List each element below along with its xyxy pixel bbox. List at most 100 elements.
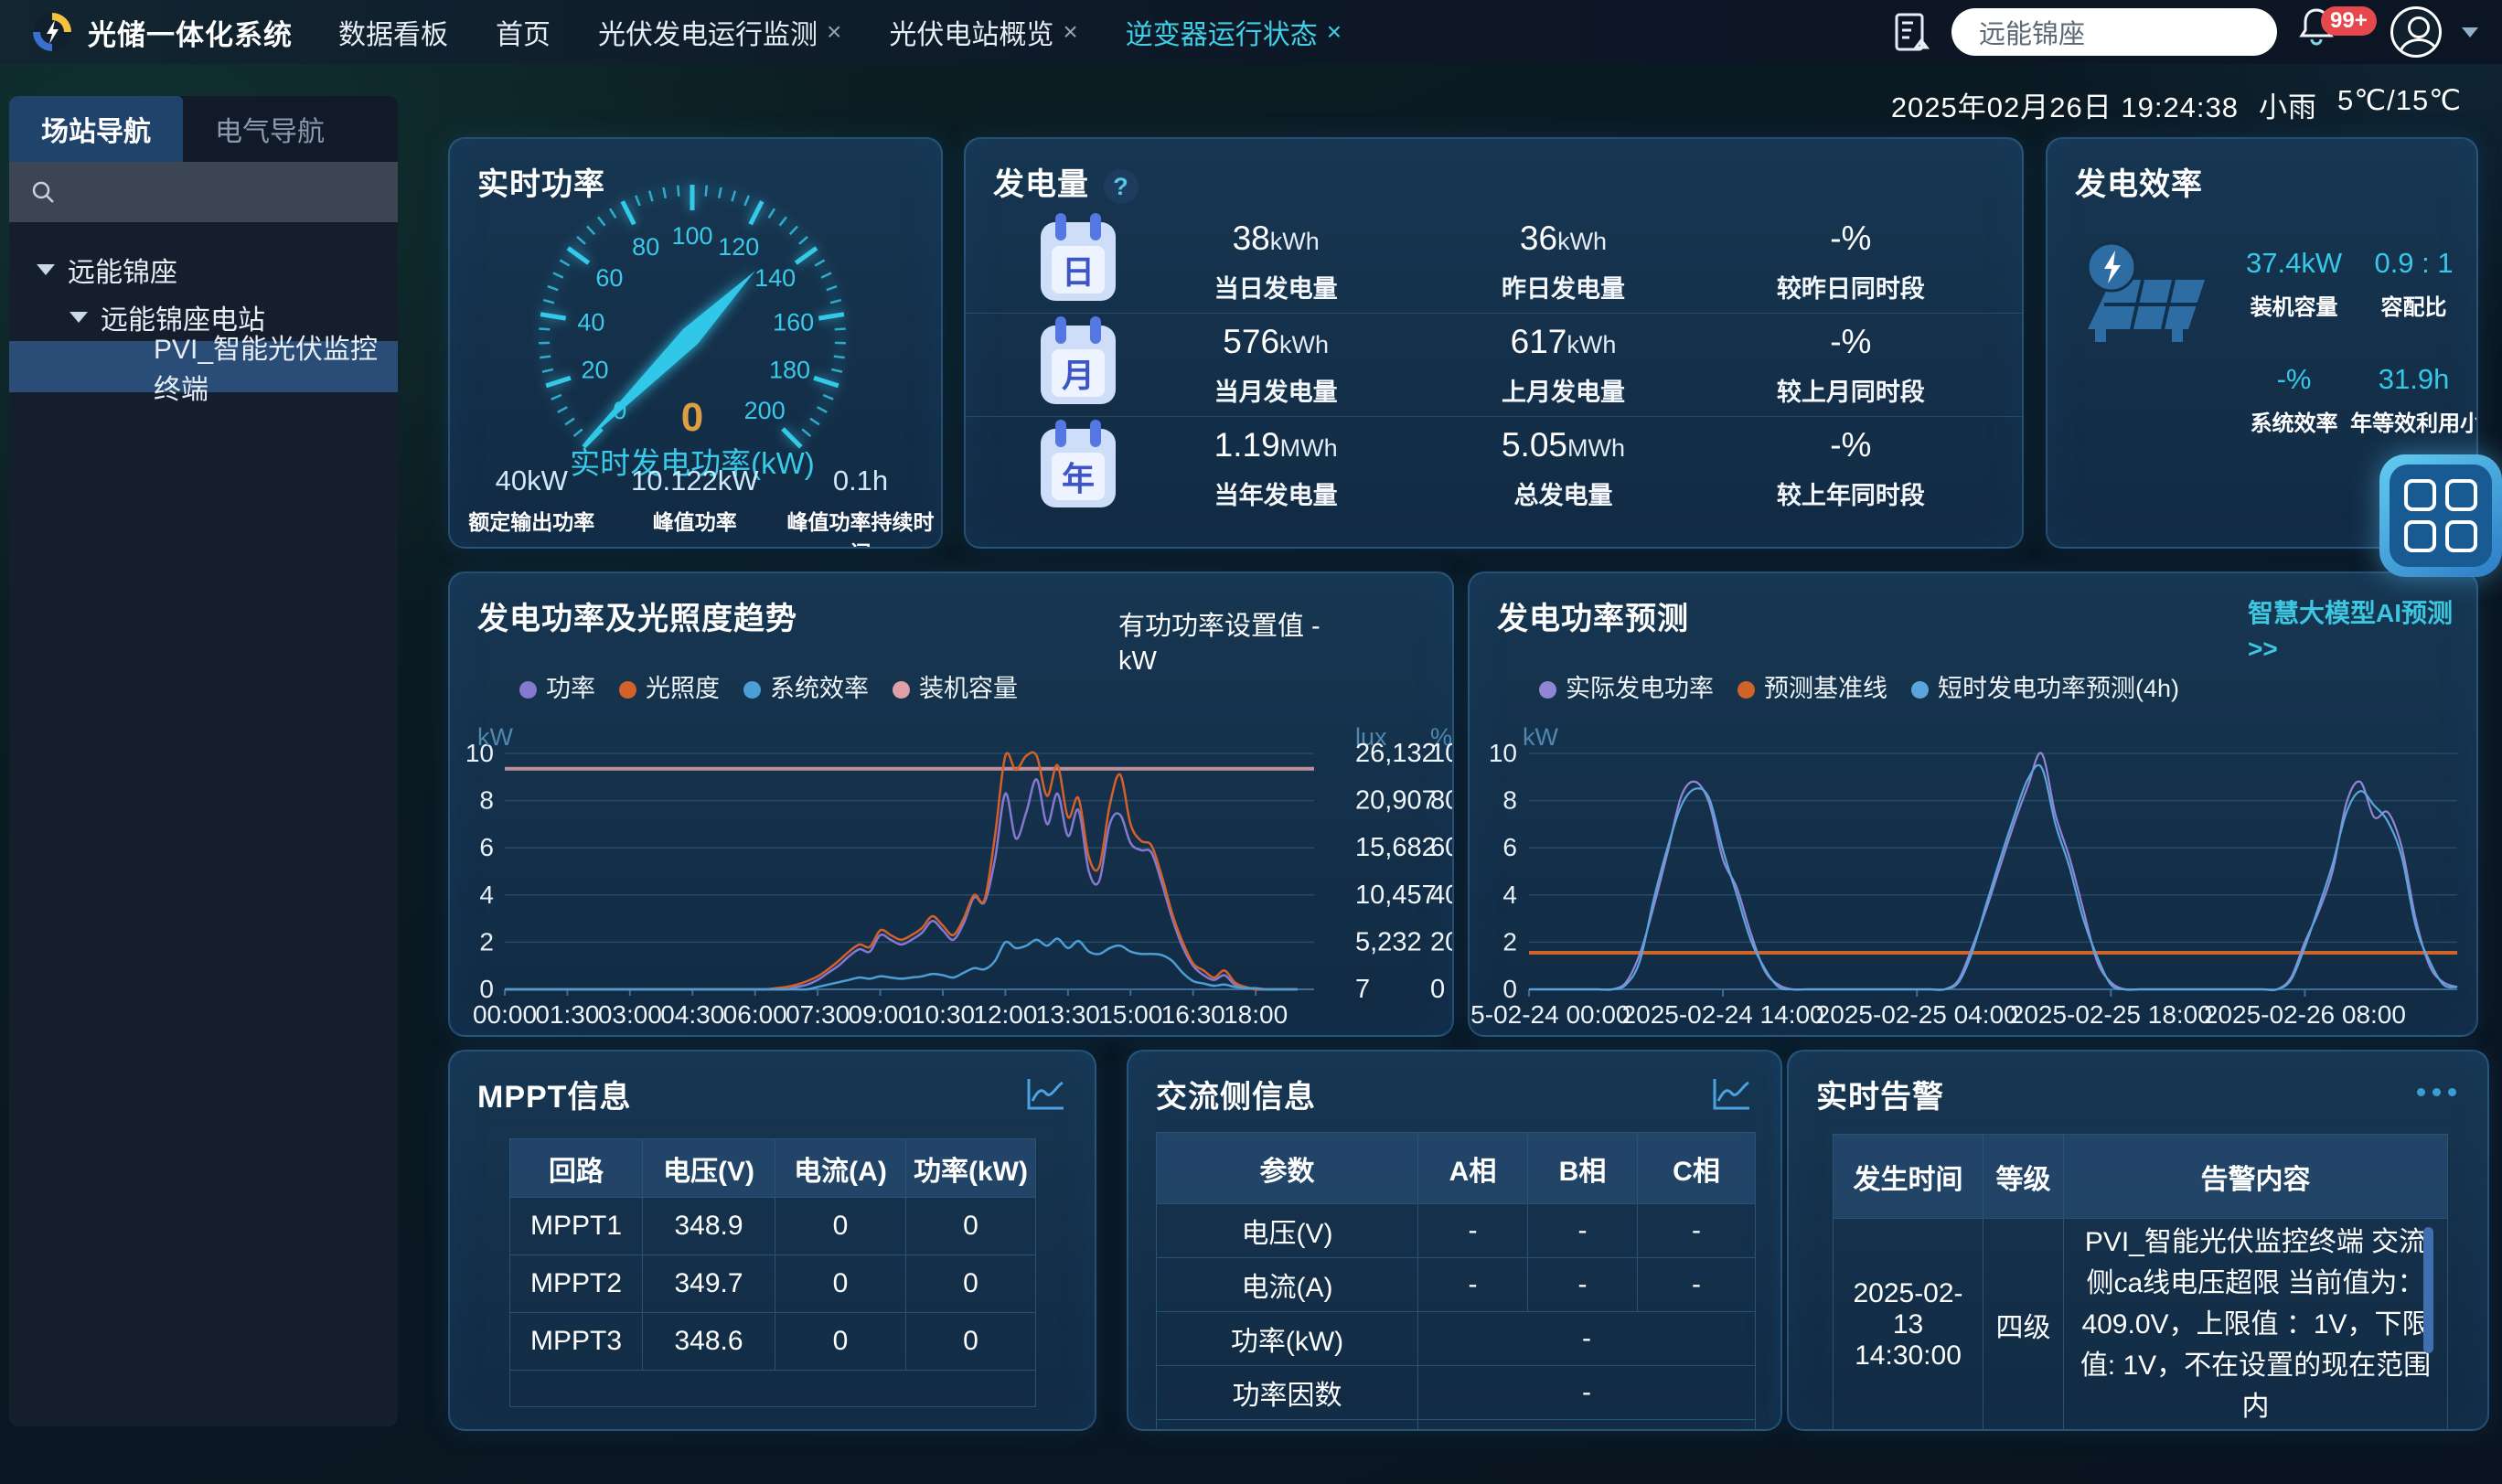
stat-value: -% xyxy=(1707,323,1994,361)
mppt-cell: 0 xyxy=(906,1313,1036,1371)
panel-title: 发电效率 xyxy=(2075,159,2203,204)
tree-item-2[interactable]: PVI_智能光伏监控终端 xyxy=(9,341,398,392)
legend-dot xyxy=(743,681,761,699)
caret-down-icon[interactable] xyxy=(37,264,55,275)
svg-text:26,132: 26,132 xyxy=(1355,739,1437,768)
ac-cell: - xyxy=(1418,1258,1528,1312)
panel-ac-side: 交流侧信息 参数A相B相C相电压(V)---电流(A)---功率(kW)-功率因… xyxy=(1127,1050,1782,1431)
energy-title-text: 发电量 xyxy=(993,167,1089,202)
svg-text:12:00: 12:00 xyxy=(973,1000,1037,1029)
legend-label: 实际发电功率 xyxy=(1566,675,1714,702)
svg-text:07:30: 07:30 xyxy=(786,1000,850,1029)
ac-cell: 电压(V) xyxy=(1157,1204,1418,1258)
legend-item-1[interactable]: 光照度 xyxy=(619,668,720,704)
legend-item-3[interactable]: 装机容量 xyxy=(893,668,1018,704)
alarm-header-cell: 等级 xyxy=(1983,1135,2064,1219)
stat-label: 上月发电量 xyxy=(1419,372,1706,408)
legend-item-2[interactable]: 系统效率 xyxy=(743,668,869,704)
datetime-text: 2025年02月26日 19:24:38 xyxy=(1891,84,2239,125)
ai-forecast-link[interactable]: 智慧大模型AI预测 >> xyxy=(2248,595,2453,667)
nav-item-4[interactable]: 逆变器运行状态× xyxy=(1126,12,1342,52)
panel-title: 实时功率 xyxy=(477,159,605,204)
legend-item-0[interactable]: 功率 xyxy=(519,668,595,704)
svg-text:01:30: 01:30 xyxy=(535,1000,599,1029)
line-chart-icon[interactable] xyxy=(1711,1075,1753,1112)
alarm-table: 发生时间等级告警内容2025-02-13 14:30:00四级PVI_智能光伏监… xyxy=(1833,1134,2448,1431)
chevron-down-icon[interactable] xyxy=(2462,27,2478,37)
calendar-icon: 日 xyxy=(1041,222,1116,301)
close-icon[interactable]: × xyxy=(1327,17,1342,47)
datetime-bar: 2025年02月26日 19:24:38 小雨 5℃/15℃ xyxy=(1891,84,2462,125)
legend-label: 功率 xyxy=(546,675,595,702)
svg-text:160: 160 xyxy=(773,309,814,336)
svg-text:2025-02-24 00:00: 2025-02-24 00:00 xyxy=(1470,1000,1631,1029)
sidebar-tabs: 场站导航电气导航 xyxy=(9,96,398,162)
svg-text:20,907: 20,907 xyxy=(1355,786,1437,816)
station-search-input[interactable] xyxy=(1951,8,2277,56)
stat-label: 容配比 xyxy=(2350,289,2477,321)
svg-text:20: 20 xyxy=(581,357,608,384)
avatar[interactable] xyxy=(2390,6,2442,58)
ac-merged-cell: - xyxy=(1418,1312,1756,1366)
ac-cell: - xyxy=(1638,1204,1756,1258)
mppt-cell: 0 xyxy=(906,1198,1036,1255)
mppt-header-cell: 功率(kW) xyxy=(906,1139,1036,1198)
svg-text:15,682: 15,682 xyxy=(1355,833,1437,862)
temperature-text: 5℃/15℃ xyxy=(2337,84,2462,125)
svg-text:7: 7 xyxy=(1355,975,1370,1004)
navbar-menu: 数据看板 首页 光伏发电运行监测× 光伏电站概览× 逆变器运行状态× xyxy=(338,12,1342,52)
panel-title: 实时告警 xyxy=(1816,1072,1944,1116)
ac-cell: 电流(A) xyxy=(1157,1258,1418,1312)
gauge-stat-2: 0.1h峰值功率持续时间 xyxy=(776,464,943,549)
active-power-setpoint: 有功功率设置值 - kW xyxy=(1118,610,1320,678)
nav-item-0[interactable]: 数据看板 xyxy=(338,12,448,52)
svg-text:4: 4 xyxy=(1502,881,1517,909)
nav-item-2[interactable]: 光伏发电运行监测× xyxy=(598,12,841,52)
more-options-icon[interactable] xyxy=(2417,1088,2456,1096)
panel-power-forecast-chart: 发电功率预测 智慧大模型AI预测 >> 实际发电功率预测基准线短时发电功率预测(… xyxy=(1468,571,2478,1037)
legend-item-2[interactable]: 短时发电功率预测(4h) xyxy=(1911,668,2179,704)
stat-value: -% xyxy=(2238,363,2350,396)
svg-text:140: 140 xyxy=(754,264,796,292)
navbar-right: 99+ xyxy=(1891,0,2478,64)
legend-item-1[interactable]: 预测基准线 xyxy=(1738,668,1887,704)
mppt-cell: 348.9 xyxy=(643,1198,775,1255)
ac-header-cell: A相 xyxy=(1418,1133,1528,1204)
report-icon[interactable] xyxy=(1891,11,1931,53)
tree-item-0[interactable]: 远能锦座 xyxy=(9,246,398,294)
close-icon[interactable]: × xyxy=(827,17,841,47)
alarm-scrollbar[interactable] xyxy=(2423,1227,2433,1353)
legend-item-0[interactable]: 实际发电功率 xyxy=(1539,668,1714,704)
svg-text:40: 40 xyxy=(1430,881,1454,910)
stat-label: 峰值功率持续时间 xyxy=(776,505,943,549)
svg-text:80: 80 xyxy=(632,233,659,261)
sidebar-search[interactable] xyxy=(9,162,398,222)
svg-text:13:30: 13:30 xyxy=(1036,1000,1100,1029)
weather-text: 小雨 xyxy=(2259,84,2317,125)
legend-label: 短时发电功率预测(4h) xyxy=(1938,675,2179,702)
notification-area[interactable]: 99+ xyxy=(2297,5,2370,59)
trend-chart-legend: 功率光照度系统效率装机容量 xyxy=(519,668,1018,704)
setpoint-line1: 有功功率设置值 - xyxy=(1118,610,1320,645)
svg-text:kW: kW xyxy=(477,723,514,751)
nav-item-3[interactable]: 光伏电站概览× xyxy=(889,12,1077,52)
caret-down-icon[interactable] xyxy=(70,312,88,323)
stat-label: 峰值功率 xyxy=(614,505,777,536)
help-icon[interactable]: ? xyxy=(1104,169,1139,204)
nav-item-1[interactable]: 首页 xyxy=(496,12,551,52)
sidebar-tab-0[interactable]: 场站导航 xyxy=(9,96,183,162)
close-icon[interactable]: × xyxy=(1063,17,1077,47)
panel-power-trend-chart: 发电功率及光照度趋势 有功功率设置值 - kW 功率光照度系统效率装机容量 02… xyxy=(448,571,1454,1037)
mppt-cell: 0 xyxy=(775,1255,906,1313)
ac-header-cell: B相 xyxy=(1528,1133,1638,1204)
gauge-stat-0: 40kW额定输出功率 xyxy=(450,464,614,549)
mppt-cell: 349.7 xyxy=(643,1255,775,1313)
svg-text:40: 40 xyxy=(577,309,604,336)
sidebar-tab-1[interactable]: 电气导航 xyxy=(183,96,357,162)
ac-merged-cell: - xyxy=(1418,1366,1756,1420)
stat-value: 31.9h xyxy=(2350,363,2477,396)
line-chart-icon[interactable] xyxy=(1025,1075,1067,1112)
floating-menu-button[interactable] xyxy=(2379,454,2502,577)
solar-panel-icon xyxy=(2077,241,2214,351)
ac-header-cell: 参数 xyxy=(1157,1133,1418,1204)
